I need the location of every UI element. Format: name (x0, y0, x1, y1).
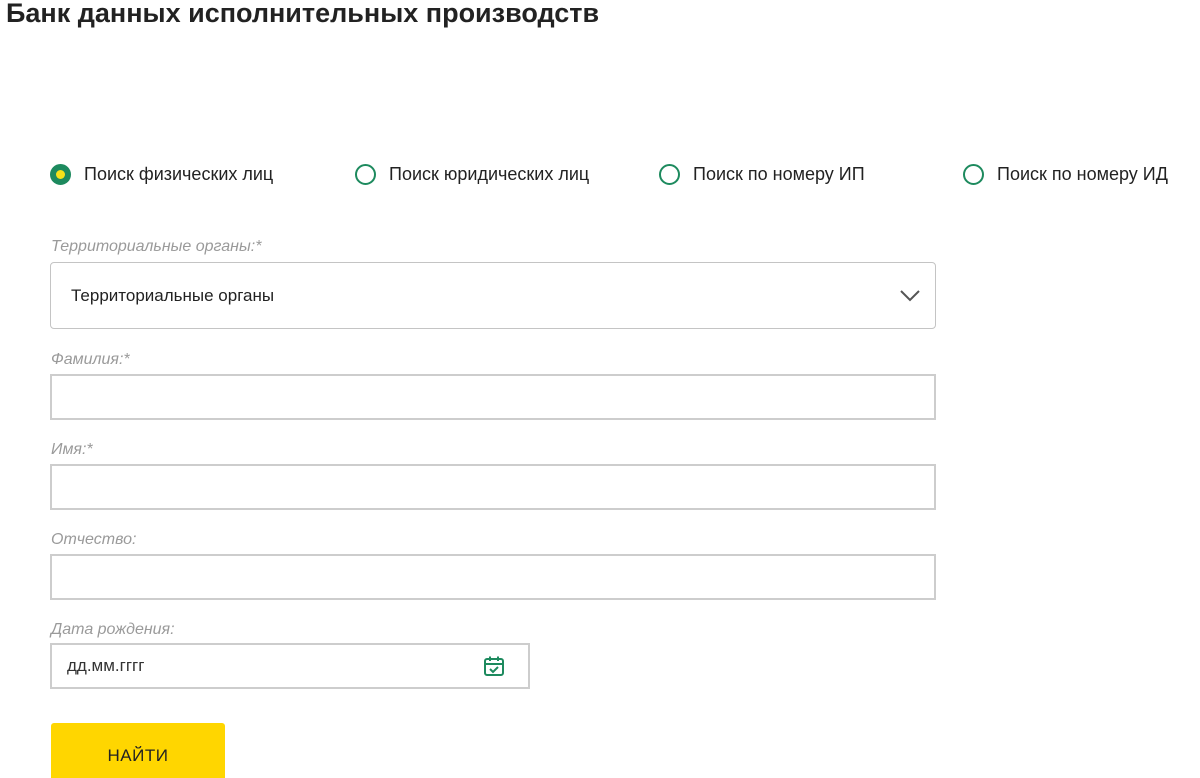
radio-dot (56, 170, 65, 179)
last-name-label: Фамилия:* (51, 351, 130, 368)
radio-label: Поиск физических лиц (84, 164, 274, 184)
radio-label: Поиск юридических лиц (389, 164, 590, 184)
radio-button[interactable] (355, 164, 376, 185)
radio-button[interactable] (659, 164, 680, 185)
radio-label: Поиск по номеру ИП (693, 164, 865, 184)
radio-button[interactable] (963, 164, 984, 185)
patronymic-label: Отчество: (51, 531, 137, 548)
radio-button-selected[interactable] (50, 164, 71, 185)
page: Банк данных исполнительных производств П… (0, 0, 1200, 778)
page-title: Банк данных исполнительных производств (6, 0, 600, 28)
first-name-input[interactable] (50, 464, 936, 510)
chevron-down-icon (900, 289, 920, 301)
calendar-icon[interactable] (480, 652, 508, 680)
radio-option-ip-number[interactable]: Поиск по номеру ИП (659, 164, 865, 185)
birth-date-label: Дата рождения: (51, 621, 175, 638)
birth-date-field (50, 643, 530, 689)
patronymic-input[interactable] (50, 554, 936, 600)
search-mode-radio-group: Поиск физических лиц Поиск юридических л… (50, 164, 1200, 190)
radio-option-individuals[interactable]: Поиск физических лиц (50, 164, 273, 185)
territorial-select[interactable]: Территориальные органы (50, 262, 936, 329)
radio-option-id-number[interactable]: Поиск по номеру ИД (963, 164, 1168, 185)
territorial-select-value: Территориальные органы (71, 285, 275, 305)
radio-label: Поиск по номеру ИД (997, 164, 1168, 184)
first-name-label: Имя:* (51, 441, 93, 458)
find-button[interactable]: НАЙТИ (51, 723, 225, 778)
territorial-label: Территориальные органы:* (51, 238, 262, 255)
radio-option-legal-entities[interactable]: Поиск юридических лиц (355, 164, 589, 185)
last-name-input[interactable] (50, 374, 936, 420)
birth-date-input[interactable] (52, 645, 480, 687)
